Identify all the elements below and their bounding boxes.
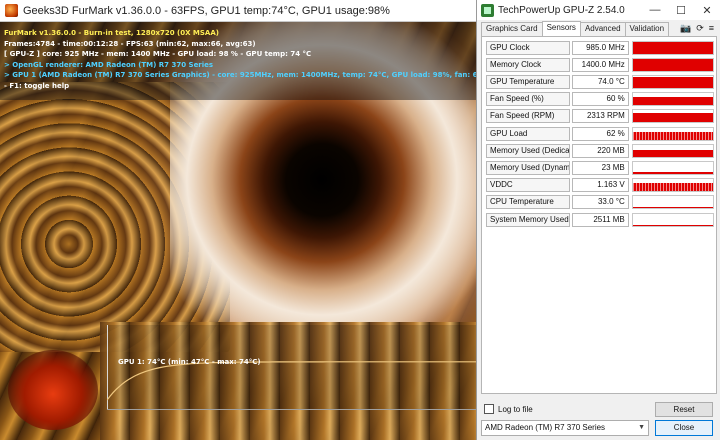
gpu-temp-graph	[107, 325, 476, 410]
sensor-graph-fill	[632, 206, 713, 209]
sensor-graph-fill	[632, 171, 713, 174]
sensor-row: CPU Temperature 33.0 °C	[486, 195, 714, 210]
sensor-label[interactable]: CPU Temperature	[486, 195, 571, 210]
sensor-label[interactable]: GPU Load	[486, 126, 571, 141]
sensor-graph	[631, 57, 714, 72]
sensor-graph-fill	[632, 150, 713, 157]
sensor-value: 2511 MB	[572, 212, 629, 227]
overlay-line: > GPU 1 (AMD Radeon (TM) R7 370 Series G…	[4, 71, 490, 79]
gpuz-tabs: Graphics Card Sensors Advanced Validatio…	[481, 21, 670, 36]
sensor-value: 33.0 °C	[572, 195, 629, 210]
sensor-label[interactable]: Memory Used (Dynamic)	[486, 160, 571, 175]
sensor-label[interactable]: Memory Used (Dedicated)	[486, 143, 571, 158]
tab-sensors[interactable]: Sensors	[541, 21, 581, 36]
sensor-row: VDDC 1.163 V	[486, 178, 714, 193]
sensor-value: 74.0 °C	[572, 74, 629, 89]
temp-graph-label: GPU 1: 74°C (min: 47°C - max: 74°C)	[118, 358, 261, 366]
chevron-down-icon: ▼	[638, 424, 645, 431]
furmark-titlebar[interactable]: Geeks3D FurMark v1.36.0.0 - 63FPS, GPU1 …	[0, 0, 476, 22]
sensor-value: 62 %	[572, 126, 629, 141]
sensor-value: 1400.0 MHz	[572, 57, 629, 72]
sensor-label[interactable]: System Memory Used	[486, 212, 571, 227]
overlay-line: Frames:4784 - time:00:12:28 - FPS:63 (mi…	[4, 39, 256, 48]
sensor-graph-noise	[632, 127, 713, 140]
sensor-graph	[631, 92, 714, 107]
sensor-graph-fill	[632, 224, 713, 226]
sensor-label[interactable]: Memory Clock	[486, 57, 571, 72]
tab-advanced[interactable]: Advanced	[579, 22, 626, 36]
sensor-value: 985.0 MHz	[572, 40, 629, 55]
log-to-file-checkbox[interactable]	[484, 404, 494, 414]
sensor-graph	[631, 143, 714, 158]
sensors-panel: GPU Clock 985.0 MHz Memory Clock 1400.0 MHz…	[481, 36, 717, 394]
sensor-graph-fill	[632, 42, 713, 54]
sensor-graph-fill	[632, 96, 713, 106]
sensor-graph	[631, 178, 714, 193]
sensor-row: Fan Speed (%) 60 %	[486, 92, 714, 107]
gpuz-titlebar[interactable]: TechPowerUp GPU-Z 2.54.0 — ☐ ✕	[477, 0, 720, 20]
gpu-select-value: AMD Radeon (TM) R7 370 Series	[485, 423, 606, 432]
sensor-row: Fan Speed (RPM) 2313 RPM	[486, 109, 714, 124]
gpuz-window: TechPowerUp GPU-Z 2.54.0 — ☐ ✕ Graphics …	[476, 0, 720, 440]
furmark-logo	[8, 350, 98, 430]
furmark-app-icon	[5, 4, 18, 17]
sensor-graph	[631, 109, 714, 124]
sensor-graph	[631, 212, 714, 227]
furmark-window-title: Geeks3D FurMark v1.36.0.0 - 63FPS, GPU1 …	[23, 4, 390, 17]
sensor-graph	[631, 195, 714, 210]
sensor-graph-fill	[632, 113, 713, 123]
overlay-line: > OpenGL renderer: AMD Radeon (TM) R7 37…	[4, 60, 214, 69]
sensor-value: 2313 RPM	[572, 109, 629, 124]
tab-validation[interactable]: Validation	[624, 22, 670, 36]
sensor-value: 1.163 V	[572, 178, 629, 193]
sensor-graph-noise	[632, 179, 713, 192]
sensor-row: System Memory Used 2511 MB	[486, 212, 714, 227]
camera-icon[interactable]: 📷	[680, 22, 691, 34]
sensor-label[interactable]: VDDC	[486, 178, 571, 193]
sensor-value: 23 MB	[572, 160, 629, 175]
sensor-row: Memory Used (Dynamic) 23 MB	[486, 160, 714, 175]
sensor-row: GPU Temperature 74.0 °C	[486, 74, 714, 89]
sensor-label[interactable]: GPU Clock	[486, 40, 571, 55]
close-window-button[interactable]: ✕	[694, 0, 720, 20]
overlay-line: FurMark v1.36.0.0 - Burn-in test, 1280x7…	[4, 29, 219, 37]
temp-graph-line	[107, 361, 476, 401]
temp-graph-svg	[107, 361, 476, 401]
sensor-row: Memory Clock 1400.0 MHz	[486, 57, 714, 72]
sensor-label[interactable]: Fan Speed (RPM)	[486, 109, 571, 124]
log-to-file-option[interactable]: Log to file	[484, 404, 533, 414]
refresh-icon[interactable]: ⟳	[696, 22, 704, 34]
log-to-file-label: Log to file	[498, 404, 533, 414]
sensor-label[interactable]: Fan Speed (%)	[486, 92, 571, 107]
sensor-graph	[631, 74, 714, 89]
sensor-graph	[631, 160, 714, 175]
gpuz-toolbar: 📷 ⟳ ≡	[680, 22, 714, 34]
minimize-button[interactable]: —	[642, 0, 668, 20]
close-button[interactable]: Close	[655, 420, 713, 436]
sensor-graph	[631, 40, 714, 55]
gpuz-window-title: TechPowerUp GPU-Z 2.54.0	[498, 4, 625, 16]
sensor-graph-fill	[632, 59, 713, 71]
sensor-label[interactable]: GPU Temperature	[486, 74, 571, 89]
sensor-row: GPU Load 62 %	[486, 126, 714, 141]
sensor-value: 60 %	[572, 92, 629, 107]
tab-graphics-card[interactable]: Graphics Card	[481, 22, 543, 36]
maximize-button[interactable]: ☐	[668, 0, 694, 20]
sensor-value: 220 MB	[572, 143, 629, 158]
sensor-row: GPU Clock 985.0 MHz	[486, 40, 714, 55]
sensor-graph-fill	[632, 77, 713, 88]
overlay-line: - F1: toggle help	[4, 81, 70, 90]
overlay-line: [ GPU-Z ] core: 925 MHz - mem: 1400 MHz …	[4, 50, 312, 58]
sensor-row: Memory Used (Dedicated)220 MB	[486, 143, 714, 158]
gpuz-app-icon	[481, 3, 494, 17]
menu-icon[interactable]: ≡	[709, 22, 714, 34]
sensor-graph	[631, 126, 714, 141]
reset-button[interactable]: Reset	[655, 402, 713, 417]
gpu-select-dropdown[interactable]: AMD Radeon (TM) R7 370 Series ▼	[481, 420, 649, 436]
